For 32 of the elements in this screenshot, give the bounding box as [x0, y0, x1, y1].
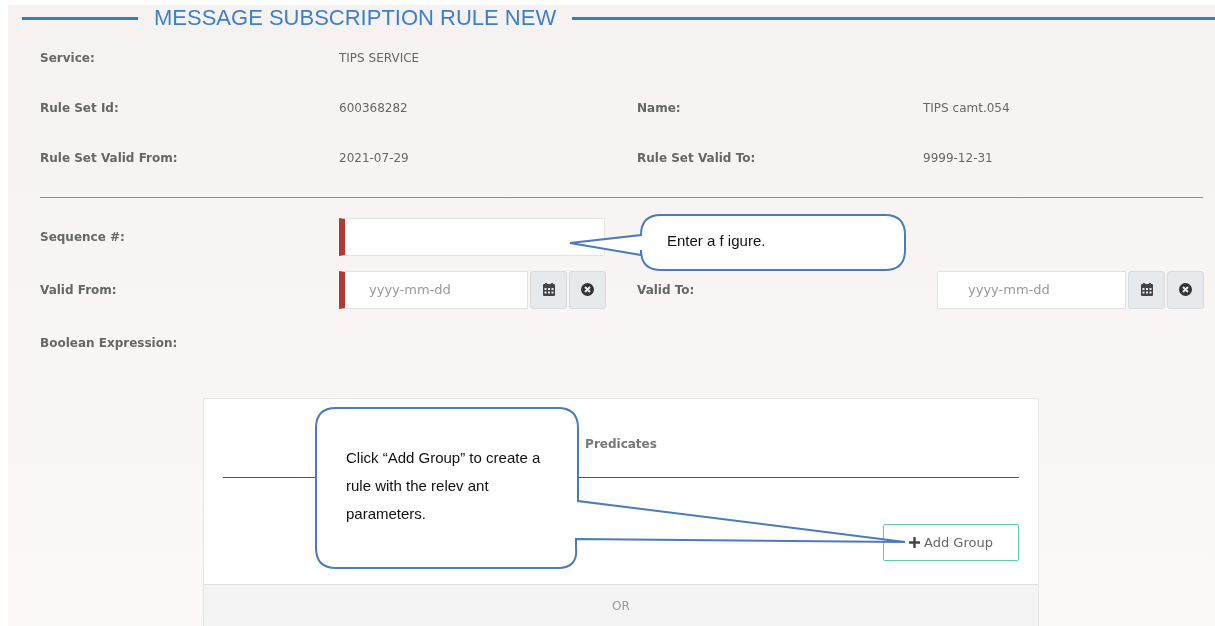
field-label: Rule Set Id: [40, 101, 120, 115]
field-value: 2021-07-29 [339, 151, 410, 165]
field-value: 9999-12-31 [923, 151, 994, 165]
field-value: TIPS camt.054 [923, 101, 1011, 115]
calendar-button[interactable] [530, 270, 567, 309]
field-value: 600368282 [339, 101, 409, 115]
field-value: TIPS SERVICE [339, 51, 421, 65]
date-field[interactable]: yyyy-mm-dd [937, 270, 1126, 309]
clear-icon [1179, 283, 1192, 296]
callout-text: Click “Add Group” to create a rule with the relev ant parameters. [346, 448, 542, 524]
clear-button[interactable] [569, 270, 606, 309]
field-label: Name: [637, 101, 682, 115]
date-field[interactable]: yyyy-mm-dd [339, 270, 528, 309]
clear-button[interactable] [1167, 270, 1204, 309]
field-label: Rule Set Valid To: [637, 151, 757, 165]
add-group-button[interactable]: Add Group [883, 524, 1019, 561]
sequence-field[interactable] [339, 217, 605, 256]
calendar-button[interactable] [1128, 270, 1165, 309]
clear-icon [581, 283, 594, 296]
field-label: Service: [40, 51, 96, 65]
calendar-icon [542, 283, 555, 296]
field-label: Valid From: [40, 282, 117, 297]
field-label: Boolean Expression: [40, 335, 178, 350]
calendar-icon [1140, 283, 1153, 296]
or-label: OR [612, 599, 630, 615]
field-label: Rule Set Valid From: [40, 151, 179, 165]
panel-title: Predicates [585, 437, 657, 451]
plus-icon [909, 537, 921, 548]
callout-text: Enter a f igure. [667, 231, 767, 251]
field-label: Valid To: [637, 282, 695, 297]
page-title: MESSAGE SUBSCRIPTION RULE NEW [154, 5, 557, 31]
field-label: Sequence #: [40, 229, 125, 244]
